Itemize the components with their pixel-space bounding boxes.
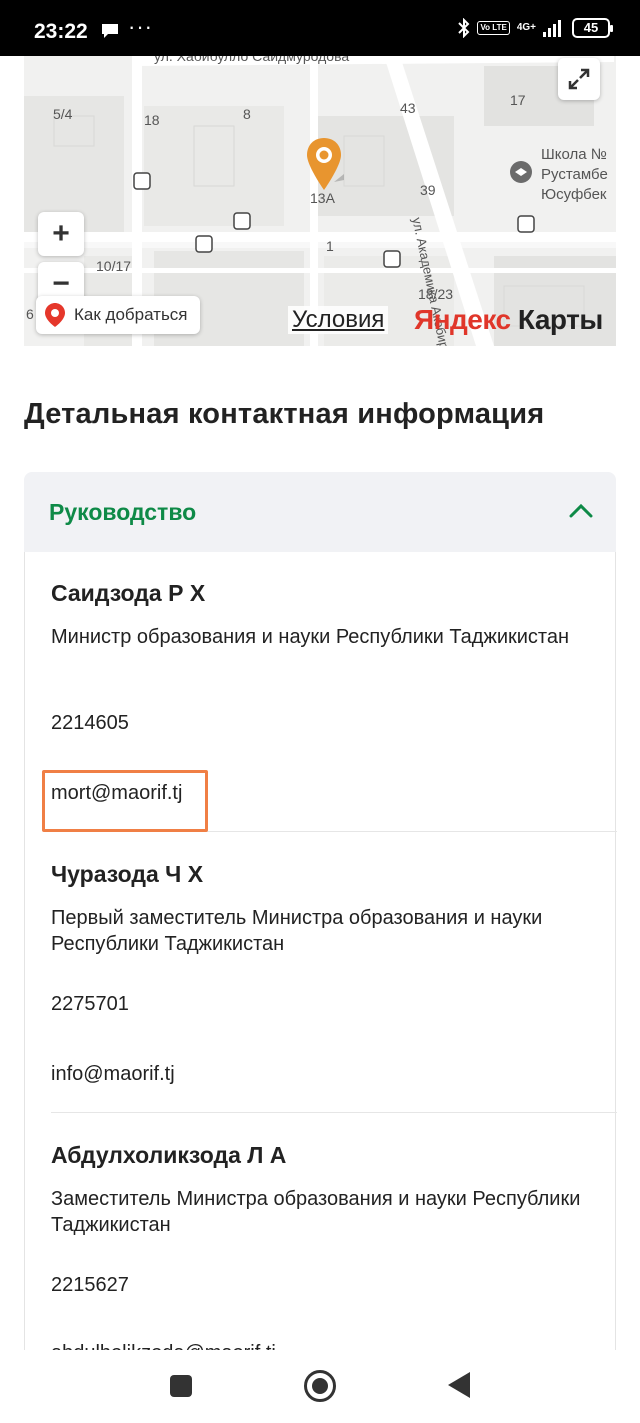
battery-icon: 45 xyxy=(572,18,613,38)
accordion-title: Руководство xyxy=(49,499,197,525)
network-type-label: 4G+ xyxy=(516,22,536,33)
status-bar: 23:22 ··· Vo LTE 4G+ 45 xyxy=(0,0,640,56)
map-building-number: 8 xyxy=(243,106,251,122)
accordion-body: Саидзода Р Х Министр образования и науки… xyxy=(24,552,617,1364)
more-notifications-icon: ··· xyxy=(128,14,153,39)
map-building-number: 43 xyxy=(400,100,416,116)
map-building-number: 10/17 xyxy=(96,258,132,274)
map-fullscreen-button[interactable] xyxy=(558,58,600,100)
map-street-label: ул. Хабибулло Саидмуродова xyxy=(154,56,350,64)
accordion-header-leadership[interactable]: Руководство xyxy=(24,472,616,552)
red-pin-icon xyxy=(45,303,65,327)
map-building-number: 13А xyxy=(310,190,335,206)
contact-card: Чуразода Ч Х Первый заместитель Министра… xyxy=(51,861,611,1085)
divider xyxy=(51,1112,617,1113)
expand-icon xyxy=(568,68,590,90)
contact-role: Министр образования и науки Республики Т… xyxy=(51,626,570,648)
directions-button[interactable]: Как добраться xyxy=(36,296,200,334)
map-poi-label: Рустамбе xyxy=(541,166,608,183)
zoom-in-button[interactable]: + xyxy=(38,212,84,256)
yandex-maps-logo: Яндекс Карты xyxy=(414,304,603,335)
map-building-number: 17 xyxy=(510,92,526,108)
contact-name: Абдулхоликзода Л А xyxy=(51,1142,287,1168)
contact-email[interactable]: info@maorif.tj xyxy=(51,1063,175,1086)
contact-phone[interactable]: 2275701 xyxy=(51,993,129,1016)
location-pin-icon[interactable] xyxy=(304,136,344,192)
map-building-number: 6 xyxy=(26,306,34,322)
contact-name: Чуразода Ч Х xyxy=(51,861,204,887)
map-building-number: 39 xyxy=(420,182,436,198)
system-nav-bar xyxy=(0,1350,640,1423)
section-title: Детальная контактная информация xyxy=(24,398,545,430)
home-button[interactable] xyxy=(304,1370,336,1402)
map-widget[interactable]: ул. Хабибулло Саидмуродова 5/4 18 8 43 1… xyxy=(24,56,616,346)
contact-phone[interactable]: 2215627 xyxy=(51,1274,129,1297)
contact-name: Саидзода Р Х xyxy=(51,580,206,606)
status-time: 23:22 xyxy=(34,20,88,43)
contact-role: Первый заместитель Министра образования … xyxy=(51,907,543,955)
volte-icon: Vo LTE xyxy=(477,21,510,35)
chat-bubble-icon xyxy=(102,24,118,38)
map-building-number: 1 xyxy=(326,238,334,254)
contact-role: Заместитель Министра образования и науки… xyxy=(51,1188,581,1236)
map-building-number: 18 xyxy=(144,112,160,128)
bluetooth-icon xyxy=(458,18,470,38)
recent-apps-button[interactable] xyxy=(170,1375,192,1397)
map-building-number: 5/4 xyxy=(53,106,73,122)
contact-card: Абдулхоликзода Л А Заместитель Министра … xyxy=(51,1142,611,1364)
chevron-up-icon[interactable] xyxy=(568,500,594,520)
back-button[interactable] xyxy=(448,1372,470,1398)
contact-card: Саидзода Р Х Министр образования и науки… xyxy=(51,580,611,804)
map-poi-label: Школа № xyxy=(541,146,607,163)
map-poi-label: Юсуфбек xyxy=(541,186,607,203)
status-icons: Vo LTE 4G+ 45 xyxy=(458,18,613,38)
directions-button-label: Как добраться xyxy=(74,305,188,324)
highlight-box xyxy=(42,770,208,832)
contact-phone[interactable]: 2214605 xyxy=(51,712,129,735)
map-terms-link[interactable]: Условия xyxy=(288,306,389,334)
signal-icon xyxy=(543,20,561,37)
